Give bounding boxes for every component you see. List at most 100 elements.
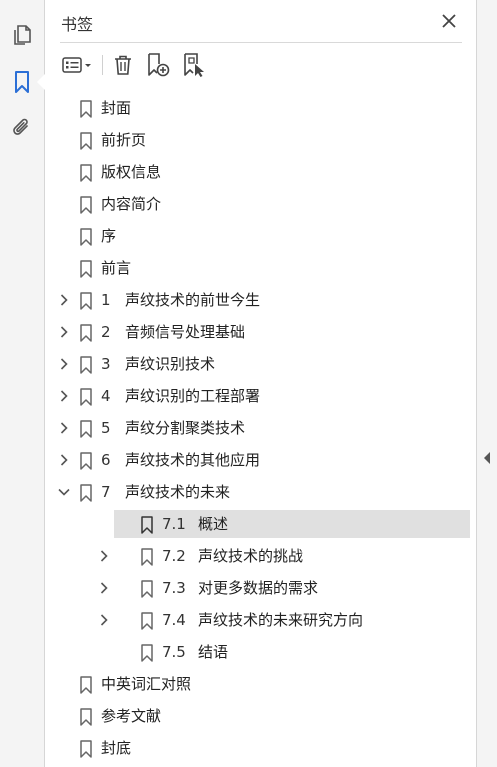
- bookmark-item[interactable]: 参考文献: [58, 702, 468, 730]
- bookmark-item[interactable]: 7.4 声纹技术的未来研究方向: [100, 606, 470, 634]
- header-divider: [60, 42, 462, 43]
- bookmark-item[interactable]: 7.2 声纹技术的挑战: [100, 542, 470, 570]
- bookmark-icon: [80, 292, 92, 310]
- new-bookmark-from-selection-button[interactable]: [180, 51, 208, 79]
- bookmark-icon: [80, 164, 92, 182]
- bookmarks-panel: 书签 封面 前折页 版权信息 内容简介 序 前言 1 声纹技术的前世今生 2 音…: [46, 0, 476, 767]
- bookmark-label: 前折页: [101, 131, 147, 149]
- bookmark-icon: [80, 324, 92, 342]
- bookmark-label: 声纹技术的挑战: [198, 547, 304, 565]
- bookmark-number: 6: [101, 451, 111, 469]
- bookmark-icon: [80, 708, 92, 726]
- bookmark-item[interactable]: 前言: [58, 254, 468, 282]
- bookmark-label: 声纹识别的工程部署: [125, 387, 261, 405]
- bookmark-item[interactable]: 2 音频信号处理基础: [58, 318, 468, 346]
- bookmark-label: 封底: [101, 739, 132, 757]
- bookmark-icon: [80, 740, 92, 758]
- chevron-right-icon[interactable]: [58, 318, 70, 346]
- active-pointer: [37, 74, 45, 90]
- bookmark-item[interactable]: 5 声纹分割聚类技术: [58, 414, 468, 442]
- bookmark-label: 音频信号处理基础: [125, 323, 246, 341]
- bookmark-number: 4: [101, 387, 111, 405]
- bookmark-number: 2: [101, 323, 111, 341]
- bookmark-icon: [80, 484, 92, 502]
- bookmark-item[interactable]: 内容简介: [58, 190, 468, 218]
- new-bookmark-button[interactable]: [144, 51, 172, 79]
- bookmark-item[interactable]: 序: [58, 222, 468, 250]
- bookmark-icon: [141, 548, 153, 566]
- bookmark-selection-icon: [184, 53, 204, 77]
- bookmark-item[interactable]: 中英词汇对照: [58, 670, 468, 698]
- bookmark-item[interactable]: 1 声纹技术的前世今生: [58, 286, 468, 314]
- chevron-right-icon[interactable]: [58, 414, 70, 442]
- bookmark-number: 7.5: [162, 643, 186, 661]
- bookmark-icon: [80, 676, 92, 694]
- bookmark-icon: [141, 516, 153, 534]
- panel-header: 书签: [46, 0, 476, 43]
- bookmark-icon: [80, 420, 92, 438]
- bookmark-label: 内容简介: [101, 195, 162, 213]
- bookmark-label: 声纹识别技术: [125, 355, 216, 373]
- chevron-right-icon[interactable]: [98, 606, 110, 634]
- chevron-right-icon[interactable]: [98, 542, 110, 570]
- bookmark-item[interactable]: 7.1 概述: [114, 510, 470, 538]
- bookmark-icon: [80, 356, 92, 374]
- bookmark-item[interactable]: 封面: [58, 94, 468, 122]
- options-menu-button[interactable]: [60, 51, 96, 79]
- bookmark-label: 概述: [198, 515, 229, 533]
- bookmark-label: 结语: [198, 643, 229, 661]
- bookmark-item[interactable]: 3 声纹识别技术: [58, 350, 468, 378]
- close-button[interactable]: [438, 10, 460, 32]
- pages-icon[interactable]: [8, 21, 36, 49]
- bookmark-icon[interactable]: [8, 68, 36, 96]
- chevron-right-icon[interactable]: [58, 286, 70, 314]
- collapse-panel-button[interactable]: [481, 448, 493, 468]
- delete-button[interactable]: [110, 51, 136, 79]
- caret-left-icon: [484, 452, 490, 464]
- bookmark-label: 对更多数据的需求: [198, 579, 319, 597]
- close-icon: [442, 14, 456, 28]
- add-bookmark-icon: [148, 53, 170, 77]
- bookmark-number: 7.1: [162, 515, 186, 533]
- bookmark-icon: [80, 196, 92, 214]
- bookmark-item[interactable]: 4 声纹识别的工程部署: [58, 382, 468, 410]
- bookmark-icon: [141, 612, 153, 630]
- bookmark-item[interactable]: 前折页: [58, 126, 468, 154]
- bookmark-number: 7.4: [162, 611, 186, 629]
- bookmark-number: 5: [101, 419, 111, 437]
- bookmark-icon: [80, 100, 92, 118]
- bookmark-label: 版权信息: [101, 163, 162, 181]
- bookmark-icon: [80, 228, 92, 246]
- chevron-right-icon[interactable]: [58, 382, 70, 410]
- chevron-right-icon[interactable]: [98, 574, 110, 602]
- attachment-icon[interactable]: [8, 114, 36, 142]
- chevron-down-icon[interactable]: [58, 478, 70, 506]
- toolbar-divider: [102, 55, 103, 75]
- bookmark-label: 中英词汇对照: [101, 675, 192, 693]
- bookmark-item[interactable]: 7.5 结语: [114, 638, 470, 666]
- trash-icon: [115, 55, 131, 75]
- bookmark-label: 封面: [101, 99, 132, 117]
- bookmark-label: 序: [101, 227, 117, 245]
- bookmark-number: 7: [101, 483, 111, 501]
- navigation-rail: [0, 0, 45, 767]
- bookmark-item[interactable]: 版权信息: [58, 158, 468, 186]
- list-options-icon: [62, 57, 91, 73]
- bookmark-item[interactable]: 封底: [58, 734, 468, 762]
- bookmark-item[interactable]: 6 声纹技术的其他应用: [58, 446, 468, 474]
- bookmark-icon: [80, 452, 92, 470]
- bookmark-icon: [80, 388, 92, 406]
- bookmark-item[interactable]: 7.3 对更多数据的需求: [100, 574, 470, 602]
- bookmark-label: 声纹技术的未来研究方向: [198, 611, 364, 629]
- bookmark-item[interactable]: 7 声纹技术的未来: [58, 478, 468, 506]
- bookmark-number: 1: [101, 291, 111, 309]
- bookmarks-toolbar: [46, 48, 476, 82]
- bookmark-number: 7.2: [162, 547, 186, 565]
- chevron-right-icon[interactable]: [58, 350, 70, 378]
- bookmark-icon: [141, 644, 153, 662]
- bookmark-number: 3: [101, 355, 111, 373]
- bookmark-icon: [141, 580, 153, 598]
- bookmark-label: 声纹技术的其他应用: [125, 451, 261, 469]
- chevron-right-icon[interactable]: [58, 446, 70, 474]
- bookmark-label: 声纹分割聚类技术: [125, 419, 246, 437]
